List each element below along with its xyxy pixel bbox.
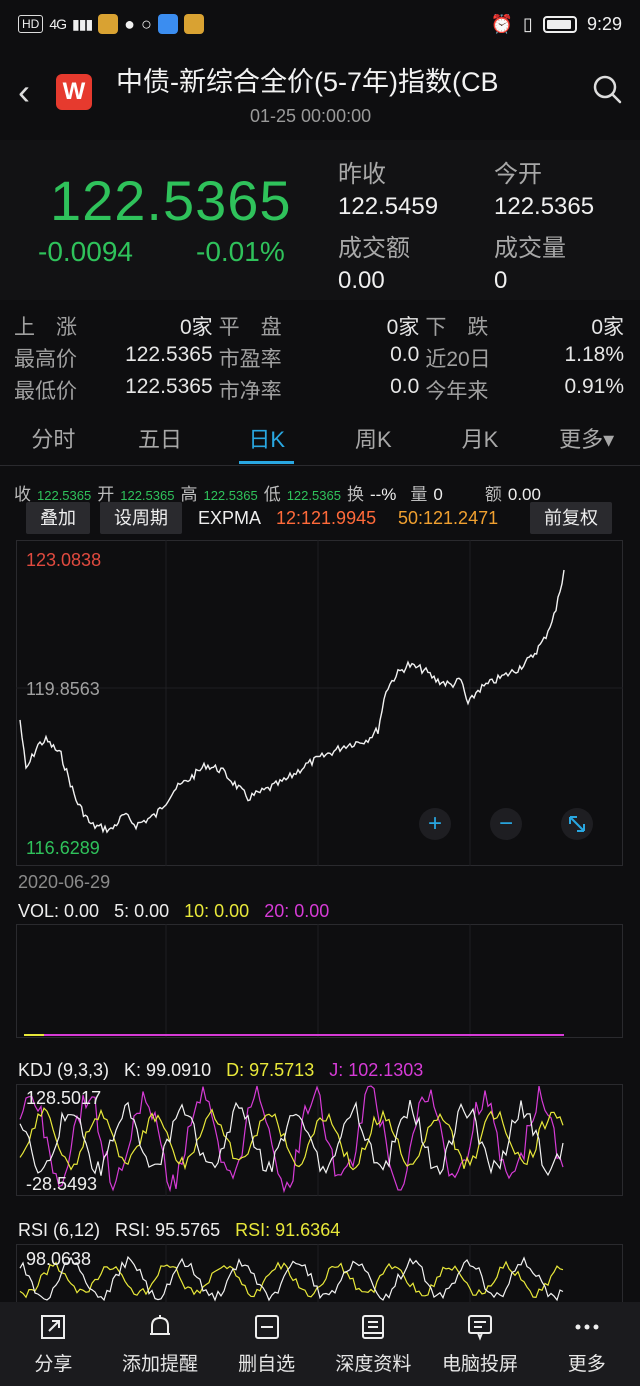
turnover-volume: 成交量 0	[494, 235, 566, 294]
chart-frame	[16, 540, 623, 866]
nav-more[interactable]: 更多	[533, 1302, 640, 1386]
chart-min-label: 116.6289	[26, 838, 100, 858]
hd-indicator: HD	[18, 15, 44, 33]
stat-cell: 市盈率 0.0	[218, 343, 420, 371]
wechat-icon: ●	[124, 13, 136, 34]
page-title: 中债-新综合全价(5-7年)指数(CB	[116, 67, 499, 97]
bottom-nav: 分享 添加提醒 删自选 深度资料 电脑投屏 更多	[0, 1302, 640, 1386]
chart-toolbar: 叠加 设周期 EXPMA 12:121.9945 50:121.2471 前复权	[0, 502, 640, 536]
kdj-d-line	[19, 1107, 564, 1171]
rsi-12-line	[19, 1260, 564, 1299]
kdj-min-label: -28.5493	[26, 1174, 98, 1194]
quote-timestamp: 01-25 00:00:00	[250, 106, 372, 126]
stats-table: 上 涨 0家 平 盘 0家 下 跌 0家 最高价 122.5365 市盈率 0.0 近20…	[14, 310, 630, 406]
stat-cell: 最低价 122.5365	[14, 375, 213, 403]
stats-row: 最低价 122.5365 市净率 0.0 今年来 0.91%	[14, 374, 630, 406]
monitor-icon	[468, 1314, 493, 1341]
tab-five-day[interactable]: 五日	[107, 418, 214, 466]
set-period-button[interactable]: 设周期	[100, 502, 182, 534]
nav-share[interactable]: 分享	[0, 1302, 107, 1386]
nav-in-depth[interactable]: 深度资料	[320, 1302, 427, 1386]
overlay-button[interactable]: 叠加	[26, 502, 90, 534]
price-change: -0.0094	[38, 236, 133, 267]
app-notification-icon-2	[183, 14, 204, 34]
battery-icon	[542, 15, 577, 33]
chat-icon: ○	[141, 13, 152, 34]
zoom-out-icon: −	[499, 810, 513, 837]
tab-more[interactable]: 更多▾	[533, 418, 640, 466]
stat-cell: 今年来 0.91%	[425, 375, 624, 403]
chart-frame	[16, 1084, 623, 1196]
kdj-legend: KDJ (9,3,3) K: 99.0910 D: 97.5713 J: 102…	[18, 1060, 424, 1080]
signal-icon: 4G	[49, 16, 67, 32]
today-open: 今开 122.5365	[494, 161, 595, 220]
volume-chart[interactable]	[16, 924, 623, 1038]
chart-max-label: 123.0838	[26, 550, 102, 570]
kdj-max-label: 128.5017	[26, 1088, 102, 1108]
stats-row: 上 涨 0家 平 盘 0家 下 跌 0家	[14, 310, 630, 342]
prev-close: 昨收 122.5459	[338, 161, 439, 220]
rsi-max-label: 98.0638	[26, 1249, 92, 1269]
stat-cell: 平 盘 0家	[218, 316, 420, 339]
search-icon[interactable]	[592, 74, 622, 104]
app-logo: W	[56, 74, 92, 110]
nav-screen-cast[interactable]: 电脑投屏	[427, 1302, 534, 1386]
tab-intraday[interactable]: 分时	[0, 418, 107, 466]
nav-remove-watchlist[interactable]: 删自选	[213, 1302, 320, 1386]
back-icon[interactable]: ‹	[18, 74, 30, 110]
vibrate-icon: ▯	[523, 13, 533, 34]
share-icon	[41, 1314, 66, 1339]
tab-monthly-k[interactable]: 月K	[427, 418, 534, 466]
more-dots-icon	[575, 1324, 599, 1329]
header: ‹ W 中债-新综合全价(5-7年)指数(CB 01-25 00:00:00	[0, 48, 640, 136]
expma-12: 12:121.9945	[276, 508, 377, 528]
tab-weekly-k[interactable]: 周K	[320, 418, 427, 466]
main-price-chart[interactable]: + −	[16, 540, 623, 866]
price-line	[19, 569, 565, 834]
app-notification-icon	[98, 14, 119, 34]
forward-adjust-button[interactable]: 前复权	[530, 502, 612, 534]
nav-add-alert[interactable]: 添加提醒	[107, 1302, 214, 1386]
chart-frame	[16, 924, 623, 1038]
stat-cell: 近20日 1.18%	[425, 343, 624, 371]
stat-cell: 上 涨 0家	[14, 316, 213, 339]
alarm-icon: ⏰	[490, 13, 514, 34]
vol-legend: VOL: 0.00 5: 0.00 10: 0.00 20: 0.00	[18, 901, 330, 921]
zoom-in-icon: +	[428, 810, 442, 837]
signal-bars-icon: ▮▮▮	[72, 15, 93, 32]
rsi-legend: RSI (6,12) RSI: 95.5765 RSI: 91.6364	[18, 1220, 341, 1240]
turnover-amount: 成交额 0.00	[338, 235, 410, 294]
stat-cell: 最高价 122.5365	[14, 343, 213, 371]
price-change-pct: -0.01%	[196, 236, 285, 267]
bell-icon	[150, 1314, 170, 1335]
kdj-chart[interactable]	[16, 1084, 623, 1196]
stats-row: 最高价 122.5365 市盈率 0.0 近20日 1.18%	[14, 342, 630, 374]
status-bar: HD 4G ▮▮▮ ● ○ ⏰ ▯ 9:29	[0, 0, 640, 48]
quote-panel: 122.5365 -0.0094 -0.01% 昨收 122.5459 今开 1…	[0, 140, 640, 300]
rsi-chart[interactable]	[16, 1244, 623, 1302]
expma-50: 50:121.2471	[398, 508, 499, 528]
minus-box-icon	[254, 1314, 279, 1339]
clock: 9:29	[586, 13, 622, 34]
current-price: 122.5365	[50, 169, 292, 232]
expma-label[interactable]: EXPMA	[198, 508, 261, 529]
cloud-icon	[157, 14, 178, 34]
chart-start-date: 2020-06-29	[18, 872, 111, 892]
stat-cell: 市净率 0.0	[218, 375, 420, 403]
book-icon	[362, 1314, 385, 1339]
period-tabs: 分时 五日 日K 周K 月K 更多▾	[0, 418, 640, 466]
chart-mid-label: 119.8563	[26, 679, 100, 699]
tab-daily-k[interactable]: 日K	[213, 418, 320, 466]
stat-cell: 下 跌 0家	[425, 316, 624, 339]
